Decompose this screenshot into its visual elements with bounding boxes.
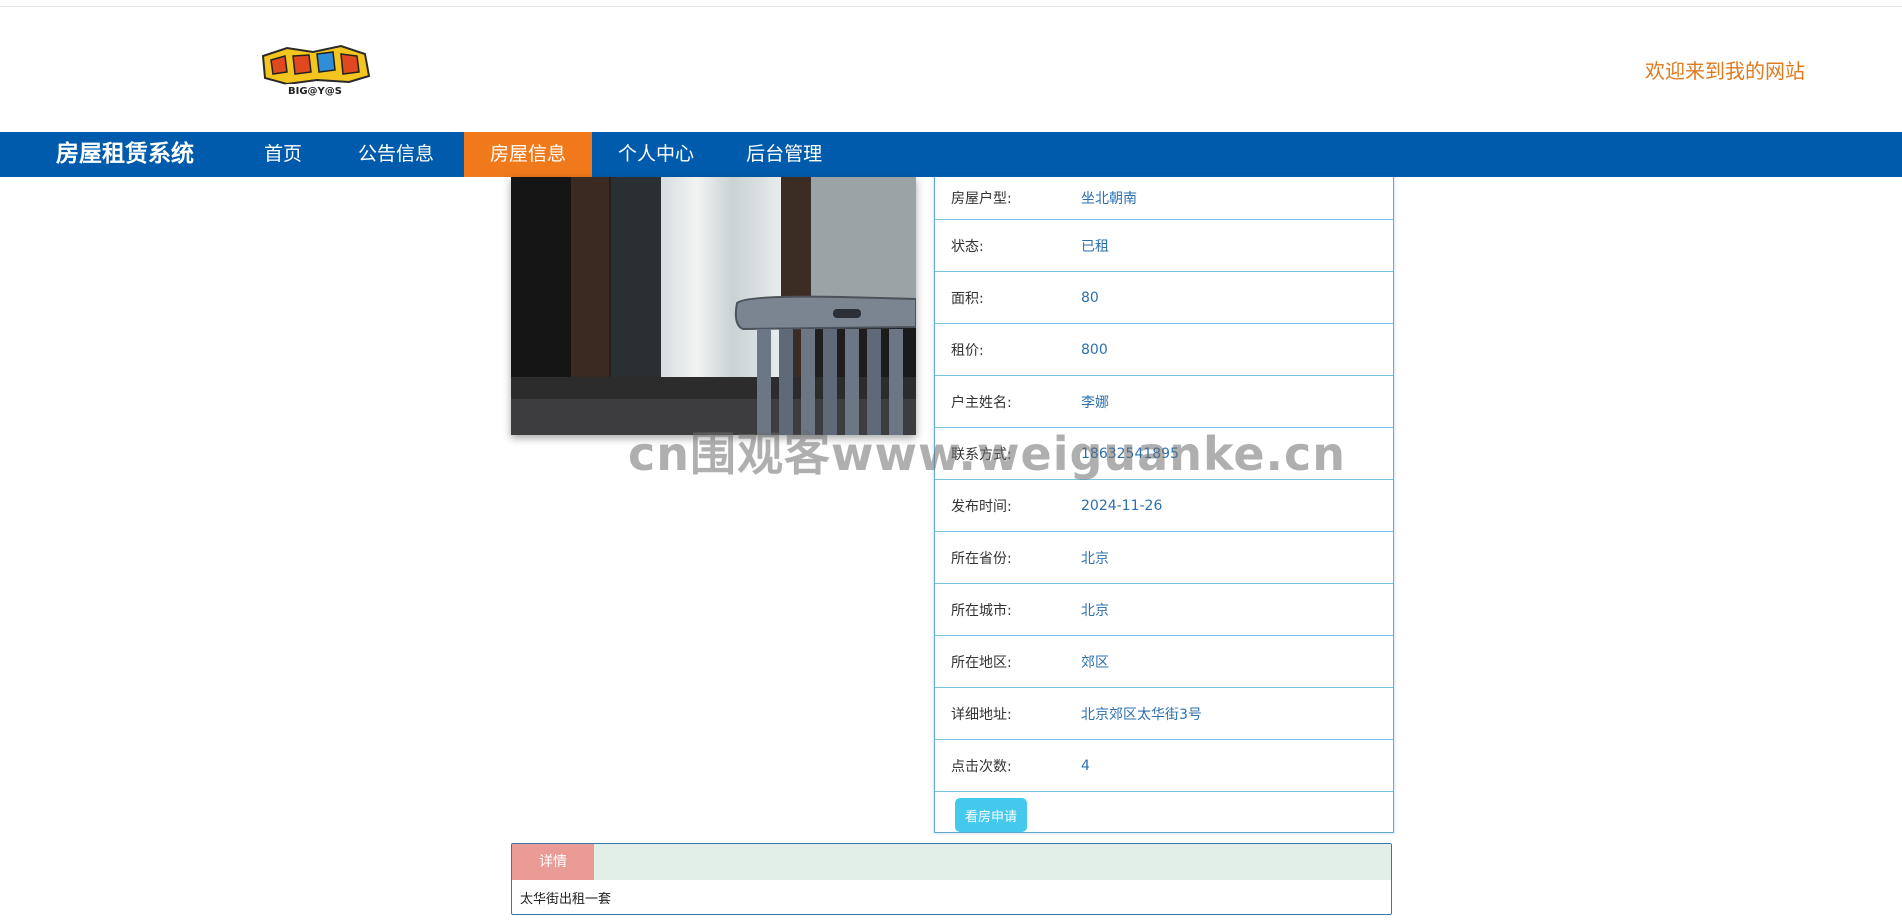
info-row-owner: 户主姓名: 李娜: [935, 376, 1393, 428]
house-photo-image: [511, 177, 916, 435]
viewing-apply-button[interactable]: 看房申请: [955, 798, 1028, 832]
info-value: 北京: [1081, 550, 1109, 567]
info-row-province: 所在省份: 北京: [935, 532, 1393, 584]
tab-detail[interactable]: 详情: [512, 844, 594, 880]
info-row-city: 所在城市: 北京: [935, 584, 1393, 636]
nav-item-profile[interactable]: 个人中心: [592, 132, 721, 179]
nav-item-announcements[interactable]: 公告信息: [332, 132, 461, 179]
info-value: 800: [1081, 341, 1108, 358]
info-value: 4: [1081, 757, 1090, 774]
logo-graphic: BIG@Y@S: [261, 44, 371, 97]
nav-item-home[interactable]: 首页: [238, 132, 329, 179]
info-label: 发布时间:: [951, 498, 1012, 515]
info-label: 状态:: [951, 238, 984, 255]
info-row-layout: 房屋户型: 坐北朝南: [935, 177, 1393, 220]
nav-menu: 首页 公告信息 房屋信息 个人中心 后台管理: [238, 132, 849, 179]
welcome-message: 欢迎来到我的网站: [1645, 59, 1805, 83]
detail-header: 详情: [512, 844, 1391, 880]
info-label: 所在地区:: [951, 654, 1012, 671]
main-navbar: 房屋租赁系统 首页 公告信息 房屋信息 个人中心 后台管理: [0, 132, 1902, 179]
info-row-rent: 租价: 800: [935, 324, 1393, 376]
action-row: 看房申请: [935, 792, 1393, 838]
site-logo[interactable]: BIG@Y@S: [257, 42, 373, 98]
info-label: 所在城市:: [951, 602, 1012, 619]
info-label: 户主姓名:: [951, 394, 1012, 411]
info-value: 北京: [1081, 602, 1109, 619]
house-info-panel: 房屋户型: 坐北朝南 状态: 已租 面积: 80 租价: 800 户主姓名: 李…: [934, 177, 1394, 833]
info-row-address: 详细地址: 北京郊区太华街3号: [935, 688, 1393, 740]
info-value: 李娜: [1081, 394, 1109, 411]
site-brand[interactable]: 房屋租赁系统: [56, 132, 194, 177]
nav-item-admin[interactable]: 后台管理: [720, 132, 849, 179]
info-label: 房屋户型:: [951, 191, 1012, 207]
info-value: 坐北朝南: [1081, 191, 1137, 207]
info-value: 2024-11-26: [1081, 497, 1163, 514]
info-row-status: 状态: 已租: [935, 220, 1393, 272]
info-label: 租价:: [951, 342, 984, 359]
info-row-click-count: 点击次数: 4: [935, 740, 1393, 792]
info-value: 郊区: [1081, 654, 1109, 671]
detail-section: 详情 太华街出租一套: [511, 843, 1392, 915]
info-label: 面积:: [951, 290, 984, 307]
info-label: 所在省份:: [951, 550, 1012, 567]
nav-item-houses[interactable]: 房屋信息: [464, 132, 593, 177]
top-border: [0, 0, 1902, 7]
info-value: 已租: [1081, 238, 1109, 255]
info-value: 18632541895: [1081, 445, 1179, 462]
info-row-area: 面积: 80: [935, 272, 1393, 324]
info-label: 点击次数:: [951, 758, 1012, 775]
house-photo: [511, 177, 916, 435]
logo-text: BIG@Y@S: [288, 86, 342, 97]
info-row-publish-date: 发布时间: 2024-11-26: [935, 480, 1393, 532]
info-value: 北京郊区太华街3号: [1081, 706, 1202, 723]
detail-content: 太华街出租一套: [520, 892, 612, 907]
info-label: 联系方式:: [951, 446, 1012, 463]
info-label: 详细地址:: [951, 706, 1012, 723]
info-row-district: 所在地区: 郊区: [935, 636, 1393, 688]
info-row-contact: 联系方式: 18632541895: [935, 428, 1393, 480]
info-value: 80: [1081, 289, 1099, 306]
